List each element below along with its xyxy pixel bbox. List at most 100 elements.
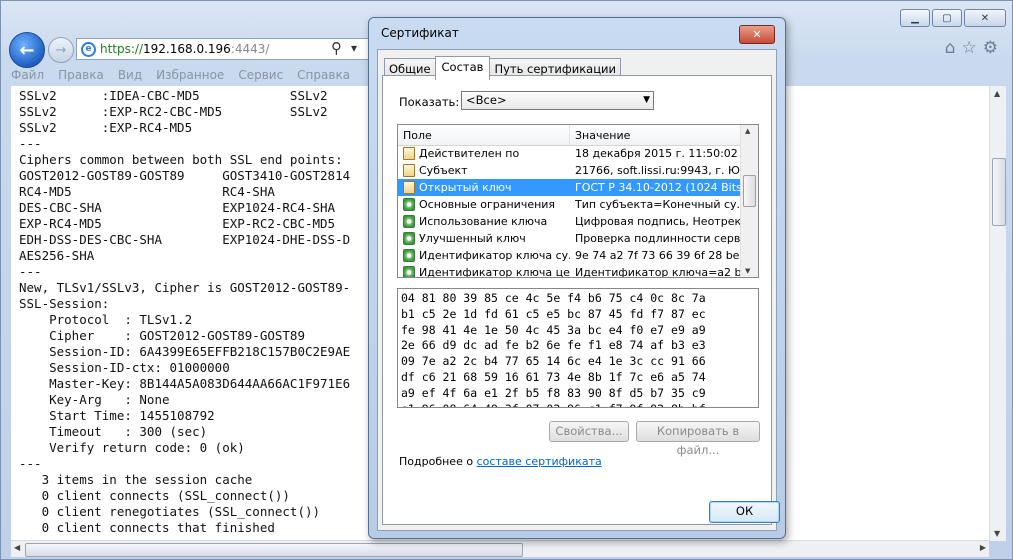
copy-to-file-button[interactable]: Копировать в файл... [636, 421, 760, 457]
back-button[interactable]: ← [9, 32, 45, 68]
address-search-icon[interactable]: ⚲ [331, 39, 342, 57]
dialog-title: Сертификат [381, 26, 459, 40]
table-scroll-thumb[interactable] [743, 175, 756, 207]
close-window-button[interactable]: ✕ [964, 9, 1006, 27]
field-value: 18 декабря 2015 г. 11:50:02 [575, 147, 738, 160]
field-value: Проверка подлинности серв... [575, 232, 742, 245]
extension-icon [403, 215, 415, 228]
browser-toolbar-icons: ⌂ ☆ ⚙ [945, 38, 998, 58]
menu-help[interactable]: Справка [297, 68, 350, 82]
table-row[interactable]: Улучшенный ключ Проверка подлинности серв… [398, 230, 742, 247]
field-value: 21766, soft.lissi.ru:9943, г. Ю... [575, 164, 742, 177]
tools-gear-icon[interactable]: ⚙ [983, 38, 998, 58]
url-host: 192.168.0.196 [143, 42, 231, 56]
menu-view[interactable]: Вид [118, 68, 142, 82]
field-value: 9e 74 a2 7f 73 66 39 6f 28 be ... [575, 249, 742, 262]
field-name: Идентификатор ключа це... [419, 266, 570, 278]
fields-table: Поле Значение Действителен по 18 декабря … [397, 124, 759, 278]
field-name-cell: Субъект [398, 164, 570, 177]
hex-line: e1 96 08 64 49 3f 07 02 96 c1 f7 9f 92 8… [401, 402, 706, 407]
field-value: ГОСТ Р 34.10-2012 (1024 Bits) [575, 181, 742, 194]
home-icon[interactable]: ⌂ [945, 38, 956, 58]
field-name: Основные ограничения [419, 198, 556, 211]
public-key-hex: 04 81 80 39 85 ce 4c 5e f4 b6 75 c4 0c 8… [401, 291, 706, 407]
field-name-cell: Использование ключа [398, 215, 570, 228]
vertical-scroll-thumb[interactable] [992, 158, 1006, 226]
table-scroll-down-icon[interactable]: ▼ [745, 267, 750, 275]
table-row[interactable]: Идентификатор ключа су... 9e 74 a2 7f 73 … [398, 247, 742, 264]
table-row[interactable]: Действителен по 18 декабря 2015 г. 11:50:… [398, 145, 742, 162]
menu-tools[interactable]: Сервис [238, 68, 283, 82]
field-value-box[interactable]: 04 81 80 39 85 ce 4c 5e f4 b6 75 c4 0c 8… [397, 288, 759, 408]
field-name-cell: Идентификатор ключа це... [398, 266, 570, 278]
maximize-button[interactable]: ▢ [932, 9, 962, 27]
horizontal-scroll-thumb[interactable] [25, 543, 523, 557]
table-scrollbar[interactable]: ▲ ▼ [740, 125, 758, 277]
extension-icon [403, 266, 415, 277]
column-header-value[interactable]: Значение [570, 125, 742, 145]
show-select[interactable]: <Все> ▼ [461, 91, 654, 110]
ok-button[interactable]: ОК [709, 501, 780, 523]
certificate-field-icon [403, 181, 415, 194]
back-arrow-icon: ← [19, 39, 35, 61]
forward-button[interactable]: → [48, 37, 74, 63]
field-value: Цифровая подпись, Неотрек... [575, 215, 742, 228]
show-select-value: <Все> [466, 93, 507, 107]
field-name-cell: Открытый ключ [398, 181, 570, 194]
scroll-right-arrow-icon[interactable]: ▶ [980, 543, 986, 552]
scroll-left-arrow-icon[interactable]: ◀ [14, 543, 20, 552]
table-row[interactable]: Субъект 21766, soft.lissi.ru:9943, г. Ю..… [398, 162, 742, 179]
forward-arrow-icon: → [55, 42, 67, 58]
field-name: Субъект [419, 164, 468, 177]
favorites-star-icon[interactable]: ☆ [962, 38, 977, 58]
page-vertical-scrollbar[interactable]: ▲ ▼ [989, 86, 1006, 541]
menu-edit[interactable]: Правка [58, 68, 104, 82]
details-panel: Показать: <Все> ▼ Поле Значение Действит… [382, 75, 772, 525]
scroll-down-arrow-icon[interactable]: ▼ [994, 529, 1000, 538]
field-name-cell: Действителен по [398, 147, 570, 160]
certificate-details-link[interactable]: составе сертификата [477, 455, 602, 468]
page-horizontal-scrollbar[interactable]: ◀ ▶ [11, 540, 989, 557]
hex-line: a9 ef 4f 6a e1 2f b5 f8 83 90 8f d5 b7 3… [401, 385, 706, 400]
table-row[interactable]: Идентификатор ключа це... Идентификатор к… [398, 264, 742, 278]
table-row[interactable]: Использование ключа Цифровая подпись, Нео… [398, 213, 742, 230]
url-scheme: https:// [100, 42, 144, 56]
table-row[interactable]: Основные ограничения Тип субъекта=Конечны… [398, 196, 742, 213]
table-rows: Действителен по 18 декабря 2015 г. 11:50:… [398, 145, 742, 278]
show-label: Показать: [399, 95, 460, 109]
field-name-cell: Основные ограничения [398, 198, 570, 211]
extension-icon [403, 198, 415, 211]
hex-line: b1 c5 2e 1d fd 61 c5 e5 bc 87 45 fd f7 8… [401, 306, 706, 321]
table-row[interactable]: Открытый ключ ГОСТ Р 34.10-2012 (1024 Bit… [398, 179, 742, 196]
table-scroll-up-icon[interactable]: ▲ [745, 127, 750, 135]
field-name-cell: Улучшенный ключ [398, 232, 570, 245]
column-header-field[interactable]: Поле [398, 125, 570, 145]
address-dropdown-icon[interactable]: ▾ [351, 41, 357, 55]
hex-line: 2e 66 d9 dc ad fe b2 6e fe f1 e8 74 af b… [401, 338, 706, 353]
more-info-prefix: Подробнее о [399, 455, 477, 468]
certificate-dialog: Сертификат ✕ Общие Состав Путь сертифика… [368, 17, 786, 539]
field-name: Использование ключа [419, 215, 548, 228]
scroll-up-arrow-icon[interactable]: ▲ [994, 89, 1000, 98]
menu-file[interactable]: Файл [11, 68, 44, 82]
certificate-field-icon [403, 147, 415, 160]
hex-line: 04 81 80 39 85 ce 4c 5e f4 b6 75 c4 0c 8… [401, 291, 706, 305]
chevron-down-icon: ▼ [643, 95, 650, 105]
properties-button[interactable]: Свойства... [549, 421, 629, 442]
minimize-button[interactable]: ▁ [900, 9, 930, 27]
menu-favorites[interactable]: Избранное [156, 68, 224, 82]
field-name: Идентификатор ключа су... [419, 249, 570, 262]
window-controls: ▁ ▢ ✕ [900, 9, 1006, 27]
field-name: Открытый ключ [419, 181, 512, 194]
extension-icon [403, 249, 415, 262]
tab-details[interactable]: Состав [434, 56, 491, 80]
ie-logo-icon: e [81, 41, 96, 57]
dialog-close-button[interactable]: ✕ [739, 25, 775, 44]
field-name: Действителен по [419, 147, 520, 160]
field-name-cell: Идентификатор ключа су... [398, 249, 570, 262]
close-icon: ✕ [752, 28, 762, 41]
field-value: Идентификатор ключа=a2 b... [575, 266, 742, 278]
field-value: Тип субъекта=Конечный су... [575, 198, 742, 211]
hex-line: fe 98 41 4e 1e 50 4c 45 3a bc e4 f0 e7 e… [401, 322, 706, 337]
field-name: Улучшенный ключ [419, 232, 526, 245]
